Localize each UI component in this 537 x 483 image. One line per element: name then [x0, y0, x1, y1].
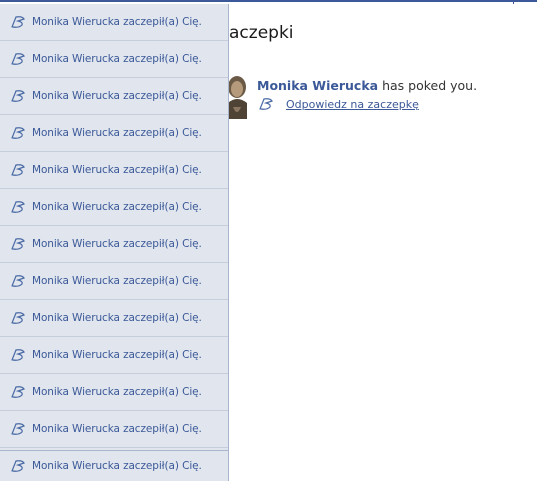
notification-item[interactable]: Monika Wierucka zaczepił(a) Cię.	[0, 115, 228, 152]
poke-icon	[10, 347, 28, 363]
notification-text: Monika Wierucka zaczepił(a) Cię.	[32, 164, 202, 176]
top-border-tick	[513, 0, 514, 4]
notification-item[interactable]: Monika Wierucka zaczepił(a) Cię.	[0, 337, 228, 374]
notification-item[interactable]: Monika Wierucka zaczepił(a) Cię.	[0, 189, 228, 226]
notifications-dropdown: Monika Wierucka zaczepił(a) Cię. Monika W…	[0, 4, 229, 451]
notification-item[interactable]: Monika Wierucka zaczepił(a) Cię.	[0, 411, 228, 448]
notification-text: Monika Wierucka zaczepił(a) Cię.	[32, 312, 202, 324]
poke-icon	[10, 273, 28, 289]
poke-icon	[10, 14, 28, 30]
poke-icon	[10, 384, 28, 400]
poke-reply[interactable]: Odpowiedz na zaczepkę	[258, 96, 419, 112]
notification-text: Monika Wierucka zaczepił(a) Cię.	[32, 349, 202, 361]
poke-icon	[10, 125, 28, 141]
notification-text: Monika Wierucka zaczepił(a) Cię.	[32, 90, 202, 102]
poke-icon	[10, 51, 28, 67]
poke-icon	[10, 199, 28, 215]
notification-text: Monika Wierucka zaczepił(a) Cię.	[32, 53, 202, 65]
notification-item[interactable]: Monika Wierucka zaczepił(a) Cię.	[0, 41, 228, 78]
notification-text: Monika Wierucka zaczepił(a) Cię.	[32, 16, 202, 28]
notification-text: Monika Wierucka zaczepił(a) Cię.	[32, 423, 202, 435]
notification-text: Monika Wierucka zaczepił(a) Cię.	[32, 201, 202, 213]
notification-text: Monika Wierucka zaczepił(a) Cię.	[32, 238, 202, 250]
notification-item-partial[interactable]: Monika Wierucka zaczepił(a) Cię.	[0, 451, 229, 481]
poke-reply-link[interactable]: Odpowiedz na zaczepkę	[286, 98, 419, 111]
notification-item[interactable]: Monika Wierucka zaczepił(a) Cię.	[0, 263, 228, 300]
poke-icon	[10, 236, 28, 252]
notification-item[interactable]: Monika Wierucka zaczepił(a) Cię.	[0, 152, 228, 189]
notification-text: Monika Wierucka zaczepił(a) Cię.	[32, 275, 202, 287]
notification-item[interactable]: Monika Wierucka zaczepił(a) Cię.	[0, 374, 228, 411]
poke-message-text: has poked you.	[378, 78, 478, 93]
notification-text: Monika Wierucka zaczepił(a) Cię.	[32, 386, 202, 398]
notification-text: Monika Wierucka zaczepił(a) Cię.	[32, 460, 202, 472]
notification-item[interactable]: Monika Wierucka zaczepił(a) Cię.	[0, 4, 228, 41]
poke-icon	[10, 421, 28, 437]
poke-icon	[258, 96, 276, 112]
poke-message: Monika Wierucka has poked you.	[257, 78, 477, 93]
poke-sender-name[interactable]: Monika Wierucka	[257, 78, 378, 93]
poke-icon	[10, 162, 28, 178]
notification-item[interactable]: Monika Wierucka zaczepił(a) Cię.	[0, 78, 228, 115]
notifications-list: Monika Wierucka zaczepił(a) Cię. Monika W…	[0, 4, 228, 448]
page-title: aczepki	[229, 23, 294, 43]
notification-text: Monika Wierucka zaczepił(a) Cię.	[32, 127, 202, 139]
notification-item[interactable]: Monika Wierucka zaczepił(a) Cię.	[0, 226, 228, 263]
poke-icon	[10, 458, 28, 474]
poke-icon	[10, 88, 28, 104]
top-border	[0, 0, 537, 2]
poke-icon	[10, 310, 28, 326]
notification-item[interactable]: Monika Wierucka zaczepił(a) Cię.	[0, 300, 228, 337]
